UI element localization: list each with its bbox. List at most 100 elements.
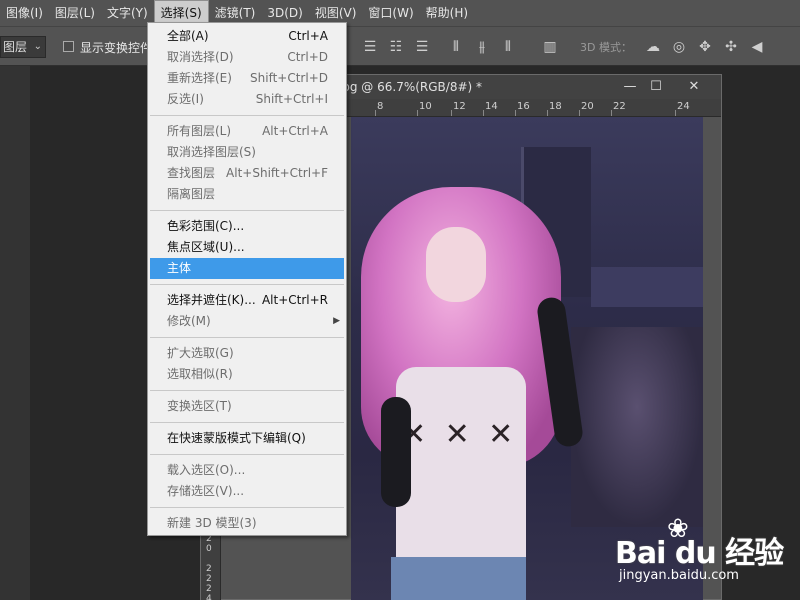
menu-item-0-3[interactable]: 反选(I) Shift+Ctrl+I [148,89,346,110]
ruler-label: 22 [613,101,626,112]
align-top-icon[interactable]: ☰ [362,39,378,55]
menu-item-0-2[interactable]: 重新选择(E) Shift+Ctrl+D [148,68,346,89]
ruler-label: 2 [206,534,212,544]
menu-item-shortcut: Ctrl+D [287,50,328,64]
menu-item-label: 反选(I) [167,92,204,106]
baidu-jingyan-watermark: ❀ Bai du 经验 jingyan.baidu.com [615,514,800,600]
camera-3d-icon[interactable]: ◀ [748,38,766,56]
auto-select-dropdown[interactable]: 图层 ⌄ [0,36,46,58]
menu-item-label: 载入选区(O)... [167,463,246,477]
menu-item-label: 取消选择图层(S) [167,145,256,159]
menu-separator [150,115,344,116]
menu-item-5-0[interactable]: 变换选区(T) [148,396,346,417]
menu-item-label: 扩大选取(G) [167,346,234,360]
auto-select-value: 图层 [3,40,28,54]
menu-item-3-0[interactable]: 选择并遮住(K)... Alt+Ctrl+R [148,290,346,311]
ruler-label: 2 [206,584,212,594]
show-transform-checkbox[interactable] [63,41,74,52]
menu-item-0-1[interactable]: 取消选择(D) Ctrl+D [148,47,346,68]
ruler-label: 2 [206,564,212,574]
menu-separator [150,337,344,338]
menu-item-3-1[interactable]: 修改(M) ▶ [148,311,346,332]
subject-glove-left [381,397,411,507]
menu-item-label: 色彩范围(C)... [167,219,245,233]
menu-item-1-2[interactable]: 查找图层 Alt+Shift+Ctrl+F [148,163,346,184]
menu-item-label: 全部(A) [167,29,209,43]
menu-image[interactable]: 图像(I) [0,0,49,26]
menu-separator [150,507,344,508]
menu-item-label: 主体 [167,261,192,275]
menu-item-shortcut: Alt+Shift+Ctrl+F [226,166,328,180]
ruler-label: 16 [517,101,530,112]
ruler-label: 2 [206,574,212,584]
menu-item-label: 所有图层(L) [167,124,232,138]
orbit-3d-icon[interactable]: ☁ [644,38,662,56]
close-icon[interactable]: ✕ [685,78,703,96]
roll-3d-icon[interactable]: ◎ [670,38,688,56]
show-transform-label: 显示变换控件 [80,41,148,55]
watermark-url: jingyan.baidu.com [619,568,739,583]
align-vcenter-icon[interactable]: ☷ [388,39,404,55]
minimize-icon[interactable]: — [621,78,639,96]
menu-item-6-0[interactable]: 在快速蒙版模式下编辑(Q) [148,428,346,449]
3d-mode-label: 3D 模式： [580,41,632,54]
menu-item-1-3[interactable]: 隔离图层 [148,184,346,205]
menu-item-shortcut: Alt+Ctrl+A [262,124,328,138]
menu-item-1-0[interactable]: 所有图层(L) Alt+Ctrl+A [148,121,346,142]
background-people [571,327,703,527]
menu-item-1-1[interactable]: 取消选择图层(S) [148,142,346,163]
ruler-tick [547,110,548,116]
menu-item-label: 重新选择(E) [167,71,232,85]
ruler-tick [417,110,418,116]
menu-item-label: 在快速蒙版模式下编辑(Q) [167,431,306,445]
ruler-tick [483,110,484,116]
ruler-tick [675,110,676,116]
drag-3d-icon[interactable]: ✥ [696,38,714,56]
menu-item-4-0[interactable]: 扩大选取(G) [148,343,346,364]
submenu-arrow-icon: ▶ [333,316,340,326]
menu-separator [150,210,344,211]
menu-layer[interactable]: 图层(L) [49,0,101,26]
subject-jeans [391,557,526,600]
ruler-label: 24 [677,101,690,112]
menu-item-label: 隔离图层 [167,187,216,201]
menu-separator [150,390,344,391]
menu-item-2-0[interactable]: 色彩范围(C)... [148,216,346,237]
menu-item-4-1[interactable]: 选取相似(R) [148,364,346,385]
ruler-tick [611,110,612,116]
menu-help[interactable]: 帮助(H) [420,0,474,26]
menu-item-7-0[interactable]: 载入选区(O)... [148,460,346,481]
menu-item-2-1[interactable]: 焦点区域(U)... [148,237,346,258]
menu-item-label: 存储选区(V)... [167,484,245,498]
menu-separator [150,454,344,455]
distribute-icon[interactable]: ▥ [542,39,558,55]
align-bottom-icon[interactable]: ☰ [414,39,430,55]
menu-item-0-0[interactable]: 全部(A) Ctrl+A [148,26,346,47]
menu-separator [150,422,344,423]
watermark-logo: Bai du 经验 [615,536,784,571]
align-hcenter-icon[interactable]: ⫵ [474,39,490,55]
menu-bar: 图像(I) 图层(L) 文字(Y) 选择(S) 滤镜(T) 3D(D) 视图(V… [0,0,800,26]
ruler-tick [515,110,516,116]
menu-item-label: 修改(M) [167,314,211,328]
menu-window[interactable]: 窗口(W) [362,0,419,26]
menu-type[interactable]: 文字(Y) [101,0,154,26]
tools-panel [0,66,30,600]
ruler-label: 20 [581,101,594,112]
menu-item-shortcut: Alt+Ctrl+R [261,293,328,307]
shirt-print: ✕ ✕ ✕ [401,417,518,452]
menu-item-label: 选择并遮住(K)... [167,293,256,307]
menu-item-label: 选取相似(R) [167,367,233,381]
menu-item-2-2[interactable]: 主体 [150,258,344,279]
ruler-label: 0 [206,544,212,554]
align-right-icon[interactable]: ⫴ [500,39,516,55]
menu-item-7-1[interactable]: 存储选区(V)... [148,481,346,502]
ruler-label: 12 [453,101,466,112]
menu-item-8-0[interactable]: 新建 3D 模型(3) [148,513,346,534]
align-left-icon[interactable]: ⫴ [448,39,464,55]
ruler-tick [375,110,376,116]
menu-item-label: 焦点区域(U)... [167,240,245,254]
slide-3d-icon[interactable]: ✣ [722,38,740,56]
maximize-icon[interactable]: ☐ [647,78,665,96]
menu-separator [150,284,344,285]
